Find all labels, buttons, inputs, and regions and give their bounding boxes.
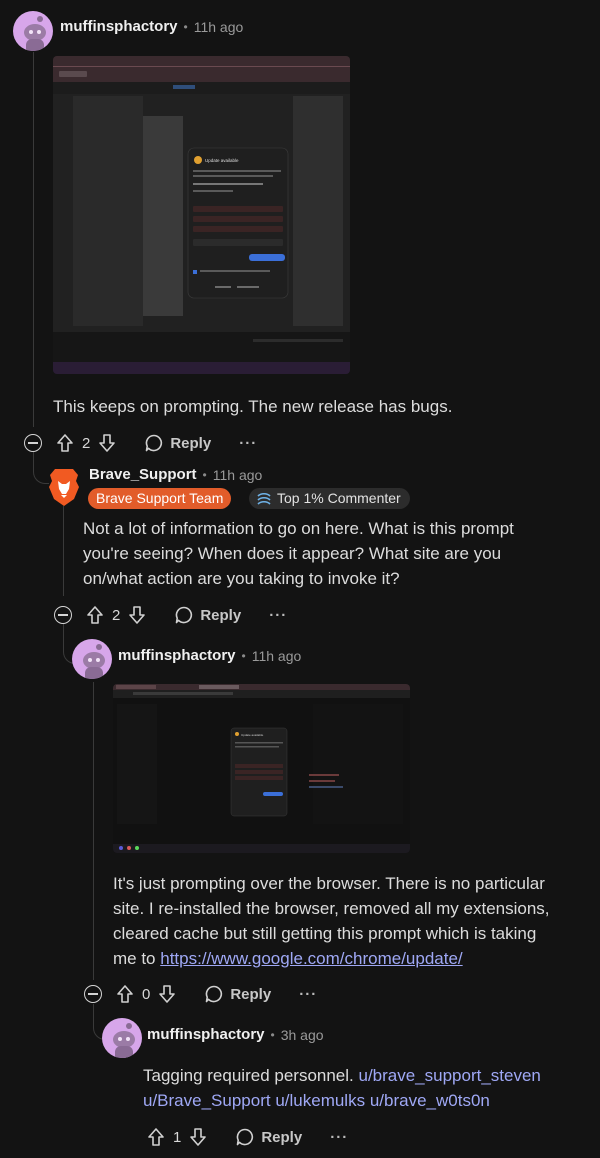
vote-controls: 2 (86, 605, 146, 625)
reply-button[interactable]: Reply (174, 605, 241, 625)
upvote-icon[interactable] (86, 605, 104, 625)
update-link[interactable]: https://www.google.com/chrome/update/ (160, 949, 462, 968)
avatar[interactable] (13, 11, 53, 51)
brave-lion-icon (49, 469, 79, 506)
downvote-icon[interactable] (98, 433, 116, 453)
svg-text:Update available: Update available (205, 158, 239, 163)
reply-icon (237, 1128, 254, 1146)
more-options-button[interactable]: ··· (239, 435, 257, 452)
downvote-icon[interactable] (128, 605, 146, 625)
vote-count: 2 (112, 606, 121, 624)
upvote-icon[interactable] (56, 433, 74, 453)
comment-text-line: It's just prompting over the browser. Th… (113, 874, 545, 893)
collapse-thread-button[interactable] (24, 434, 42, 452)
separator-dot: • (241, 648, 246, 663)
screenshot-image: Update available (53, 56, 350, 374)
username[interactable]: Brave_Support (89, 466, 197, 483)
timestamp[interactable]: 11h ago (213, 467, 263, 483)
more-options-button[interactable]: ··· (330, 1129, 348, 1146)
comment-actions: 1 Reply ··· (147, 1124, 348, 1150)
vote-count: 1 (173, 1128, 182, 1146)
user-mention[interactable]: u/Brave_Support (143, 1091, 271, 1110)
comment-actions: 2 Reply ··· (24, 430, 257, 456)
username[interactable]: muffinsphactory (147, 1026, 265, 1043)
separator-dot: • (202, 467, 207, 482)
avatar[interactable] (102, 1018, 142, 1058)
reply-icon (176, 606, 193, 624)
reply-icon (146, 434, 163, 452)
upvote-icon[interactable] (147, 1127, 165, 1147)
thread-line-2 (63, 506, 64, 596)
user-mention[interactable]: u/brave_support_steven (358, 1066, 540, 1085)
screenshot-image: Update available (113, 684, 410, 853)
achievement-badge: Top 1% Commenter (249, 488, 410, 509)
avatar[interactable] (72, 639, 112, 679)
reply-label: Reply (200, 606, 242, 624)
comment-header: Brave_Support • 11h ago (89, 466, 262, 483)
top-commenter-icon (257, 492, 271, 505)
user-mention[interactable]: u/brave_w0ts0n (370, 1091, 490, 1110)
downvote-icon[interactable] (158, 984, 176, 1004)
reply-label: Reply (170, 434, 212, 452)
reply-button[interactable]: Reply (235, 1127, 302, 1147)
timestamp[interactable]: 11h ago (194, 19, 244, 35)
comment-text-fragment: Tagging required personnel. (143, 1066, 359, 1085)
attached-screenshot[interactable]: Update available (113, 684, 410, 853)
reply-icon (206, 985, 223, 1003)
downvote-icon[interactable] (189, 1127, 207, 1147)
collapse-thread-button[interactable] (54, 606, 72, 624)
vote-count: 0 (142, 985, 151, 1003)
reply-button[interactable]: Reply (204, 984, 271, 1004)
comment-text-line: me to https://www.google.com/chrome/upda… (113, 946, 550, 971)
vote-controls: 0 (116, 984, 176, 1004)
comment-text-line: Not a lot of information to go on here. … (83, 519, 514, 538)
timestamp[interactable]: 11h ago (252, 648, 302, 664)
vote-controls: 2 (56, 433, 116, 453)
reply-label: Reply (230, 985, 272, 1003)
achievement-label: Top 1% Commenter (277, 490, 401, 506)
username[interactable]: muffinsphactory (118, 647, 236, 664)
comment-text-line: cleared cache but still getting this pro… (113, 924, 537, 943)
comment-text-line: on/what action are you taking to invoke … (83, 569, 400, 588)
vote-count: 2 (82, 434, 91, 452)
more-options-button[interactable]: ··· (299, 986, 317, 1003)
comment-text-fragment: me to (113, 949, 161, 968)
user-flair-badge: Brave Support Team (88, 488, 232, 509)
svg-text:Update available: Update available (241, 733, 264, 737)
comment-header: muffinsphactory • 11h ago (60, 18, 243, 35)
attached-screenshot[interactable]: Update available (53, 56, 350, 374)
thread-line-3 (93, 682, 94, 980)
more-options-button[interactable]: ··· (269, 607, 287, 624)
vote-controls: 1 (147, 1127, 207, 1147)
brave-avatar[interactable] (47, 467, 81, 507)
comment-text-line: you're seeing? When does it appear? What… (83, 544, 502, 563)
collapse-thread-button[interactable] (84, 985, 102, 1003)
separator-dot: • (183, 19, 188, 34)
comment-text: This keeps on prompting. The new release… (53, 397, 453, 416)
timestamp[interactable]: 3h ago (281, 1027, 324, 1043)
comment-text-line: Tagging required personnel. u/brave_supp… (143, 1063, 541, 1088)
comment-header: muffinsphactory • 11h ago (118, 647, 301, 664)
comment-header: muffinsphactory • 3h ago (147, 1026, 324, 1043)
comment-actions: 0 Reply ··· (84, 981, 317, 1007)
comment-text-line: u/Brave_Support u/lukemulks u/brave_w0ts… (143, 1088, 541, 1113)
comment-text-line: site. I re-installed the browser, remove… (113, 899, 550, 918)
comment-actions: 2 Reply ··· (54, 602, 287, 628)
comment-body: Not a lot of information to go on here. … (83, 516, 514, 591)
reply-button[interactable]: Reply (144, 433, 211, 453)
comment-body: This keeps on prompting. The new release… (53, 394, 452, 419)
user-mention[interactable]: u/lukemulks (275, 1091, 365, 1110)
username[interactable]: muffinsphactory (60, 18, 178, 35)
reply-label: Reply (261, 1128, 303, 1146)
comment-body: Tagging required personnel. u/brave_supp… (143, 1063, 541, 1113)
separator-dot: • (270, 1027, 275, 1042)
upvote-icon[interactable] (116, 984, 134, 1004)
thread-line-1 (33, 52, 34, 427)
comment-body: It's just prompting over the browser. Th… (113, 871, 550, 971)
